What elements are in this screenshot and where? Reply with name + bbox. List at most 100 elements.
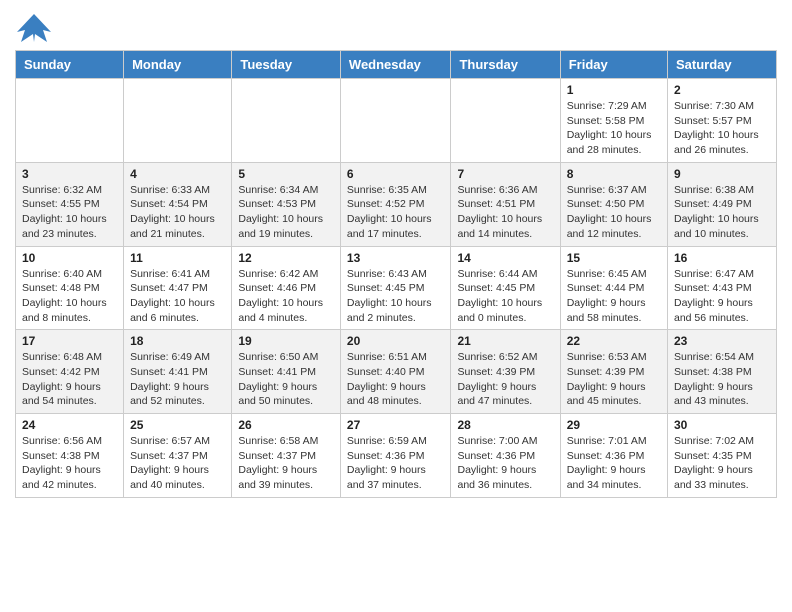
day-number: 14 bbox=[457, 251, 553, 265]
day-info: Sunrise: 6:56 AM Sunset: 4:38 PM Dayligh… bbox=[22, 434, 117, 493]
calendar-table: SundayMondayTuesdayWednesdayThursdayFrid… bbox=[15, 50, 777, 498]
calendar-cell: 22 Sunrise: 6:53 AM Sunset: 4:39 PM Dayli… bbox=[560, 330, 667, 414]
day-info: Sunrise: 6:40 AM Sunset: 4:48 PM Dayligh… bbox=[22, 267, 117, 326]
calendar-cell: 24Sunrise: 6:56 AM Sunset: 4:38 PM Dayli… bbox=[16, 414, 124, 498]
calendar-header-sunday: Sunday bbox=[16, 51, 124, 79]
day-info: Sunrise: 6:51 AM Sunset: 4:40 PM Dayligh… bbox=[347, 350, 445, 409]
logo bbox=[15, 10, 57, 44]
day-number: 28 bbox=[457, 418, 553, 432]
calendar-header-tuesday: Tuesday bbox=[232, 51, 341, 79]
day-info: Sunrise: 6:32 AM Sunset: 4:55 PM Dayligh… bbox=[22, 183, 117, 242]
day-number: 30 bbox=[674, 418, 770, 432]
day-info: Sunrise: 7:00 AM Sunset: 4:36 PM Dayligh… bbox=[457, 434, 553, 493]
day-number: 18 bbox=[130, 334, 225, 348]
day-number: 7 bbox=[457, 167, 553, 181]
day-number: 9 bbox=[674, 167, 770, 181]
day-number: 29 bbox=[567, 418, 661, 432]
day-number: 27 bbox=[347, 418, 445, 432]
day-number: 19 bbox=[238, 334, 334, 348]
day-number: 21 bbox=[457, 334, 553, 348]
day-number: 16 bbox=[674, 251, 770, 265]
day-info: Sunrise: 6:57 AM Sunset: 4:37 PM Dayligh… bbox=[130, 434, 225, 493]
day-info: Sunrise: 6:41 AM Sunset: 4:47 PM Dayligh… bbox=[130, 267, 225, 326]
day-info: Sunrise: 6:49 AM Sunset: 4:41 PM Dayligh… bbox=[130, 350, 225, 409]
calendar-cell: 23 Sunrise: 6:54 AM Sunset: 4:38 PM Dayli… bbox=[668, 330, 777, 414]
day-info: Sunrise: 6:44 AM Sunset: 4:45 PM Dayligh… bbox=[457, 267, 553, 326]
day-number: 11 bbox=[130, 251, 225, 265]
calendar-cell: 12Sunrise: 6:42 AM Sunset: 4:46 PM Dayli… bbox=[232, 246, 341, 330]
day-info: Sunrise: 6:54 AM Sunset: 4:38 PM Dayligh… bbox=[674, 350, 770, 409]
day-info: Sunrise: 6:36 AM Sunset: 4:51 PM Dayligh… bbox=[457, 183, 553, 242]
day-number: 13 bbox=[347, 251, 445, 265]
calendar-cell: 2 Sunrise: 7:30 AM Sunset: 5:57 PM Daylig… bbox=[668, 79, 777, 163]
calendar-cell: 6 Sunrise: 6:35 AM Sunset: 4:52 PM Daylig… bbox=[340, 162, 451, 246]
calendar-header-friday: Friday bbox=[560, 51, 667, 79]
day-info: Sunrise: 6:35 AM Sunset: 4:52 PM Dayligh… bbox=[347, 183, 445, 242]
calendar-week-1: 3Sunrise: 6:32 AM Sunset: 4:55 PM Daylig… bbox=[16, 162, 777, 246]
day-number: 23 bbox=[674, 334, 770, 348]
calendar-cell: 8Sunrise: 6:37 AM Sunset: 4:50 PM Daylig… bbox=[560, 162, 667, 246]
calendar-cell: 21 Sunrise: 6:52 AM Sunset: 4:39 PM Dayli… bbox=[451, 330, 560, 414]
day-info: Sunrise: 6:48 AM Sunset: 4:42 PM Dayligh… bbox=[22, 350, 117, 409]
day-info: Sunrise: 6:52 AM Sunset: 4:39 PM Dayligh… bbox=[457, 350, 553, 409]
day-number: 8 bbox=[567, 167, 661, 181]
calendar-cell: 4 Sunrise: 6:33 AM Sunset: 4:54 PM Daylig… bbox=[124, 162, 232, 246]
day-number: 20 bbox=[347, 334, 445, 348]
day-info: Sunrise: 7:01 AM Sunset: 4:36 PM Dayligh… bbox=[567, 434, 661, 493]
calendar-header-thursday: Thursday bbox=[451, 51, 560, 79]
day-info: Sunrise: 6:50 AM Sunset: 4:41 PM Dayligh… bbox=[238, 350, 334, 409]
calendar-cell: 27Sunrise: 6:59 AM Sunset: 4:36 PM Dayli… bbox=[340, 414, 451, 498]
calendar-cell: 20 Sunrise: 6:51 AM Sunset: 4:40 PM Dayli… bbox=[340, 330, 451, 414]
calendar-week-2: 10Sunrise: 6:40 AM Sunset: 4:48 PM Dayli… bbox=[16, 246, 777, 330]
day-info: Sunrise: 6:58 AM Sunset: 4:37 PM Dayligh… bbox=[238, 434, 334, 493]
calendar-week-0: 1Sunrise: 7:29 AM Sunset: 5:58 PM Daylig… bbox=[16, 79, 777, 163]
calendar-cell bbox=[16, 79, 124, 163]
calendar-cell: 26 Sunrise: 6:58 AM Sunset: 4:37 PM Dayli… bbox=[232, 414, 341, 498]
day-number: 6 bbox=[347, 167, 445, 181]
calendar-week-4: 24Sunrise: 6:56 AM Sunset: 4:38 PM Dayli… bbox=[16, 414, 777, 498]
calendar-cell: 14 Sunrise: 6:44 AM Sunset: 4:45 PM Dayli… bbox=[451, 246, 560, 330]
day-info: Sunrise: 6:53 AM Sunset: 4:39 PM Dayligh… bbox=[567, 350, 661, 409]
logo-icon bbox=[15, 12, 53, 44]
day-info: Sunrise: 6:45 AM Sunset: 4:44 PM Dayligh… bbox=[567, 267, 661, 326]
day-number: 4 bbox=[130, 167, 225, 181]
calendar-header-saturday: Saturday bbox=[668, 51, 777, 79]
day-info: Sunrise: 6:34 AM Sunset: 4:53 PM Dayligh… bbox=[238, 183, 334, 242]
calendar-cell: 1Sunrise: 7:29 AM Sunset: 5:58 PM Daylig… bbox=[560, 79, 667, 163]
calendar-cell: 5 Sunrise: 6:34 AM Sunset: 4:53 PM Daylig… bbox=[232, 162, 341, 246]
day-number: 15 bbox=[567, 251, 661, 265]
calendar-cell: 15 Sunrise: 6:45 AM Sunset: 4:44 PM Dayli… bbox=[560, 246, 667, 330]
day-info: Sunrise: 6:33 AM Sunset: 4:54 PM Dayligh… bbox=[130, 183, 225, 242]
calendar-cell: 16 Sunrise: 6:47 AM Sunset: 4:43 PM Dayli… bbox=[668, 246, 777, 330]
calendar-cell: 11 Sunrise: 6:41 AM Sunset: 4:47 PM Dayli… bbox=[124, 246, 232, 330]
day-number: 25 bbox=[130, 418, 225, 432]
day-number: 22 bbox=[567, 334, 661, 348]
calendar-cell bbox=[340, 79, 451, 163]
day-number: 26 bbox=[238, 418, 334, 432]
day-info: Sunrise: 6:47 AM Sunset: 4:43 PM Dayligh… bbox=[674, 267, 770, 326]
day-number: 5 bbox=[238, 167, 334, 181]
calendar-cell bbox=[232, 79, 341, 163]
day-info: Sunrise: 7:29 AM Sunset: 5:58 PM Dayligh… bbox=[567, 99, 661, 158]
calendar-cell bbox=[451, 79, 560, 163]
day-number: 17 bbox=[22, 334, 117, 348]
calendar-cell: 7 Sunrise: 6:36 AM Sunset: 4:51 PM Daylig… bbox=[451, 162, 560, 246]
calendar-cell: 9 Sunrise: 6:38 AM Sunset: 4:49 PM Daylig… bbox=[668, 162, 777, 246]
day-number: 2 bbox=[674, 83, 770, 97]
calendar-cell: 28 Sunrise: 7:00 AM Sunset: 4:36 PM Dayli… bbox=[451, 414, 560, 498]
calendar-cell: 17 Sunrise: 6:48 AM Sunset: 4:42 PM Dayli… bbox=[16, 330, 124, 414]
day-info: Sunrise: 6:43 AM Sunset: 4:45 PM Dayligh… bbox=[347, 267, 445, 326]
calendar-header-monday: Monday bbox=[124, 51, 232, 79]
day-number: 12 bbox=[238, 251, 334, 265]
day-info: Sunrise: 6:38 AM Sunset: 4:49 PM Dayligh… bbox=[674, 183, 770, 242]
calendar-cell: 29 Sunrise: 7:01 AM Sunset: 4:36 PM Dayli… bbox=[560, 414, 667, 498]
calendar-cell: 30 Sunrise: 7:02 AM Sunset: 4:35 PM Dayli… bbox=[668, 414, 777, 498]
calendar-cell bbox=[124, 79, 232, 163]
calendar-week-3: 17 Sunrise: 6:48 AM Sunset: 4:42 PM Dayli… bbox=[16, 330, 777, 414]
calendar-header-wednesday: Wednesday bbox=[340, 51, 451, 79]
day-info: Sunrise: 7:30 AM Sunset: 5:57 PM Dayligh… bbox=[674, 99, 770, 158]
day-info: Sunrise: 7:02 AM Sunset: 4:35 PM Dayligh… bbox=[674, 434, 770, 493]
calendar-cell: 18 Sunrise: 6:49 AM Sunset: 4:41 PM Dayli… bbox=[124, 330, 232, 414]
calendar-cell: 25 Sunrise: 6:57 AM Sunset: 4:37 PM Dayli… bbox=[124, 414, 232, 498]
calendar-cell: 19 Sunrise: 6:50 AM Sunset: 4:41 PM Dayli… bbox=[232, 330, 341, 414]
